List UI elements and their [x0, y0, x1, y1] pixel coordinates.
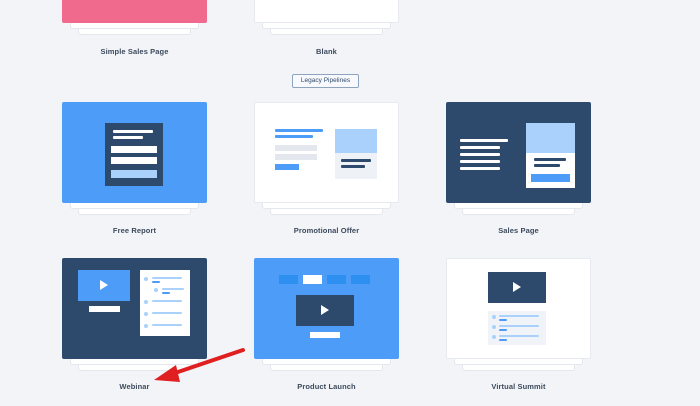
annotation-arrow [154, 348, 245, 382]
arrow-shaft [170, 348, 245, 376]
arrow-head [154, 365, 180, 382]
